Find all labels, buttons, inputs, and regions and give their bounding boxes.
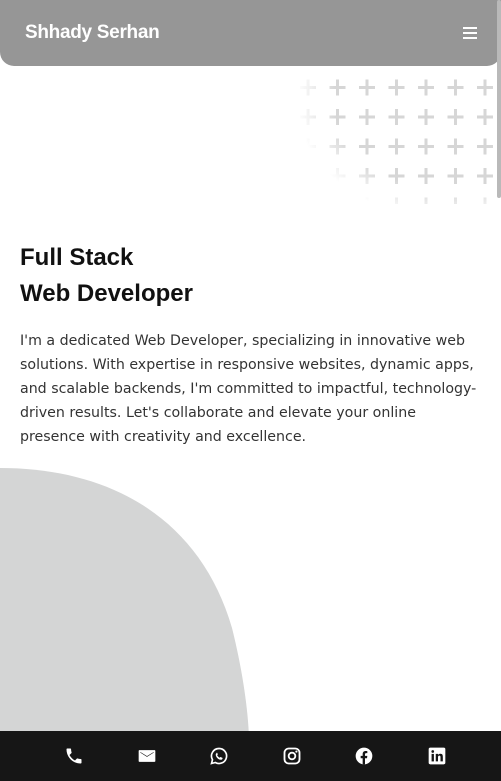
plus-mark — [388, 79, 405, 96]
scrollbar[interactable] — [497, 0, 501, 781]
hamburger-menu-icon — [463, 27, 477, 39]
page: Shhady Serhan Full Stack Web Developer I… — [0, 0, 501, 781]
plus-mark — [388, 197, 405, 204]
plus-mark — [359, 168, 375, 184]
plus-mark — [418, 168, 434, 184]
phone-link[interactable] — [54, 736, 94, 776]
whatsapp-icon — [210, 747, 228, 765]
plus-mark — [388, 138, 405, 155]
plus-mark — [477, 197, 493, 204]
instagram-link[interactable] — [272, 736, 312, 776]
phone-icon — [66, 748, 82, 764]
plus-mark — [300, 109, 316, 125]
plus-mark — [418, 197, 434, 204]
plus-mark — [329, 168, 346, 184]
instagram-icon — [283, 747, 301, 765]
linkedin-link[interactable] — [417, 736, 457, 776]
plus-pattern-decoration — [300, 50, 493, 204]
plus-mark — [388, 168, 405, 184]
plus-mark — [300, 197, 316, 204]
plus-mark — [477, 168, 493, 184]
facebook-link[interactable] — [344, 736, 384, 776]
plus-mark — [329, 197, 346, 204]
plus-mark — [300, 138, 316, 155]
brand-name[interactable]: Shhady Serhan — [25, 22, 160, 44]
plus-mark — [329, 138, 346, 155]
mail-link[interactable] — [127, 736, 167, 776]
plus-mark — [418, 109, 434, 125]
plus-mark — [359, 138, 375, 155]
plus-mark — [447, 79, 464, 96]
plus-mark — [447, 197, 464, 204]
hero-title-line-1: Full Stack — [20, 244, 134, 271]
plus-mark — [359, 79, 375, 96]
plus-mark — [359, 109, 375, 125]
plus-mark — [477, 109, 493, 125]
plus-mark — [329, 109, 346, 125]
plus-mark — [447, 168, 464, 184]
decorative-blob — [0, 468, 249, 738]
plus-mark — [418, 79, 434, 96]
plus-mark — [300, 168, 316, 184]
plus-mark — [477, 138, 493, 155]
hero-title-line-2: Web Developer — [20, 280, 193, 307]
hero-description: I'm a dedicated Web Developer, specializ… — [20, 333, 477, 445]
plus-mark — [477, 79, 493, 96]
social-footer-bar — [0, 731, 501, 781]
whatsapp-link[interactable] — [199, 736, 239, 776]
plus-mark — [388, 109, 405, 125]
plus-mark — [447, 138, 464, 155]
menu-button[interactable] — [461, 25, 479, 41]
mail-icon — [138, 750, 156, 762]
plus-mark — [329, 79, 346, 96]
facebook-icon — [355, 747, 373, 765]
linkedin-icon — [428, 747, 446, 765]
plus-mark — [359, 197, 375, 204]
plus-mark — [447, 109, 464, 125]
plus-mark — [300, 79, 316, 96]
scrollbar-thumb[interactable] — [497, 0, 501, 198]
header-bar: Shhady Serhan — [0, 0, 501, 66]
plus-mark — [418, 138, 434, 155]
hero-title: Full Stack Web Developer — [20, 240, 193, 312]
